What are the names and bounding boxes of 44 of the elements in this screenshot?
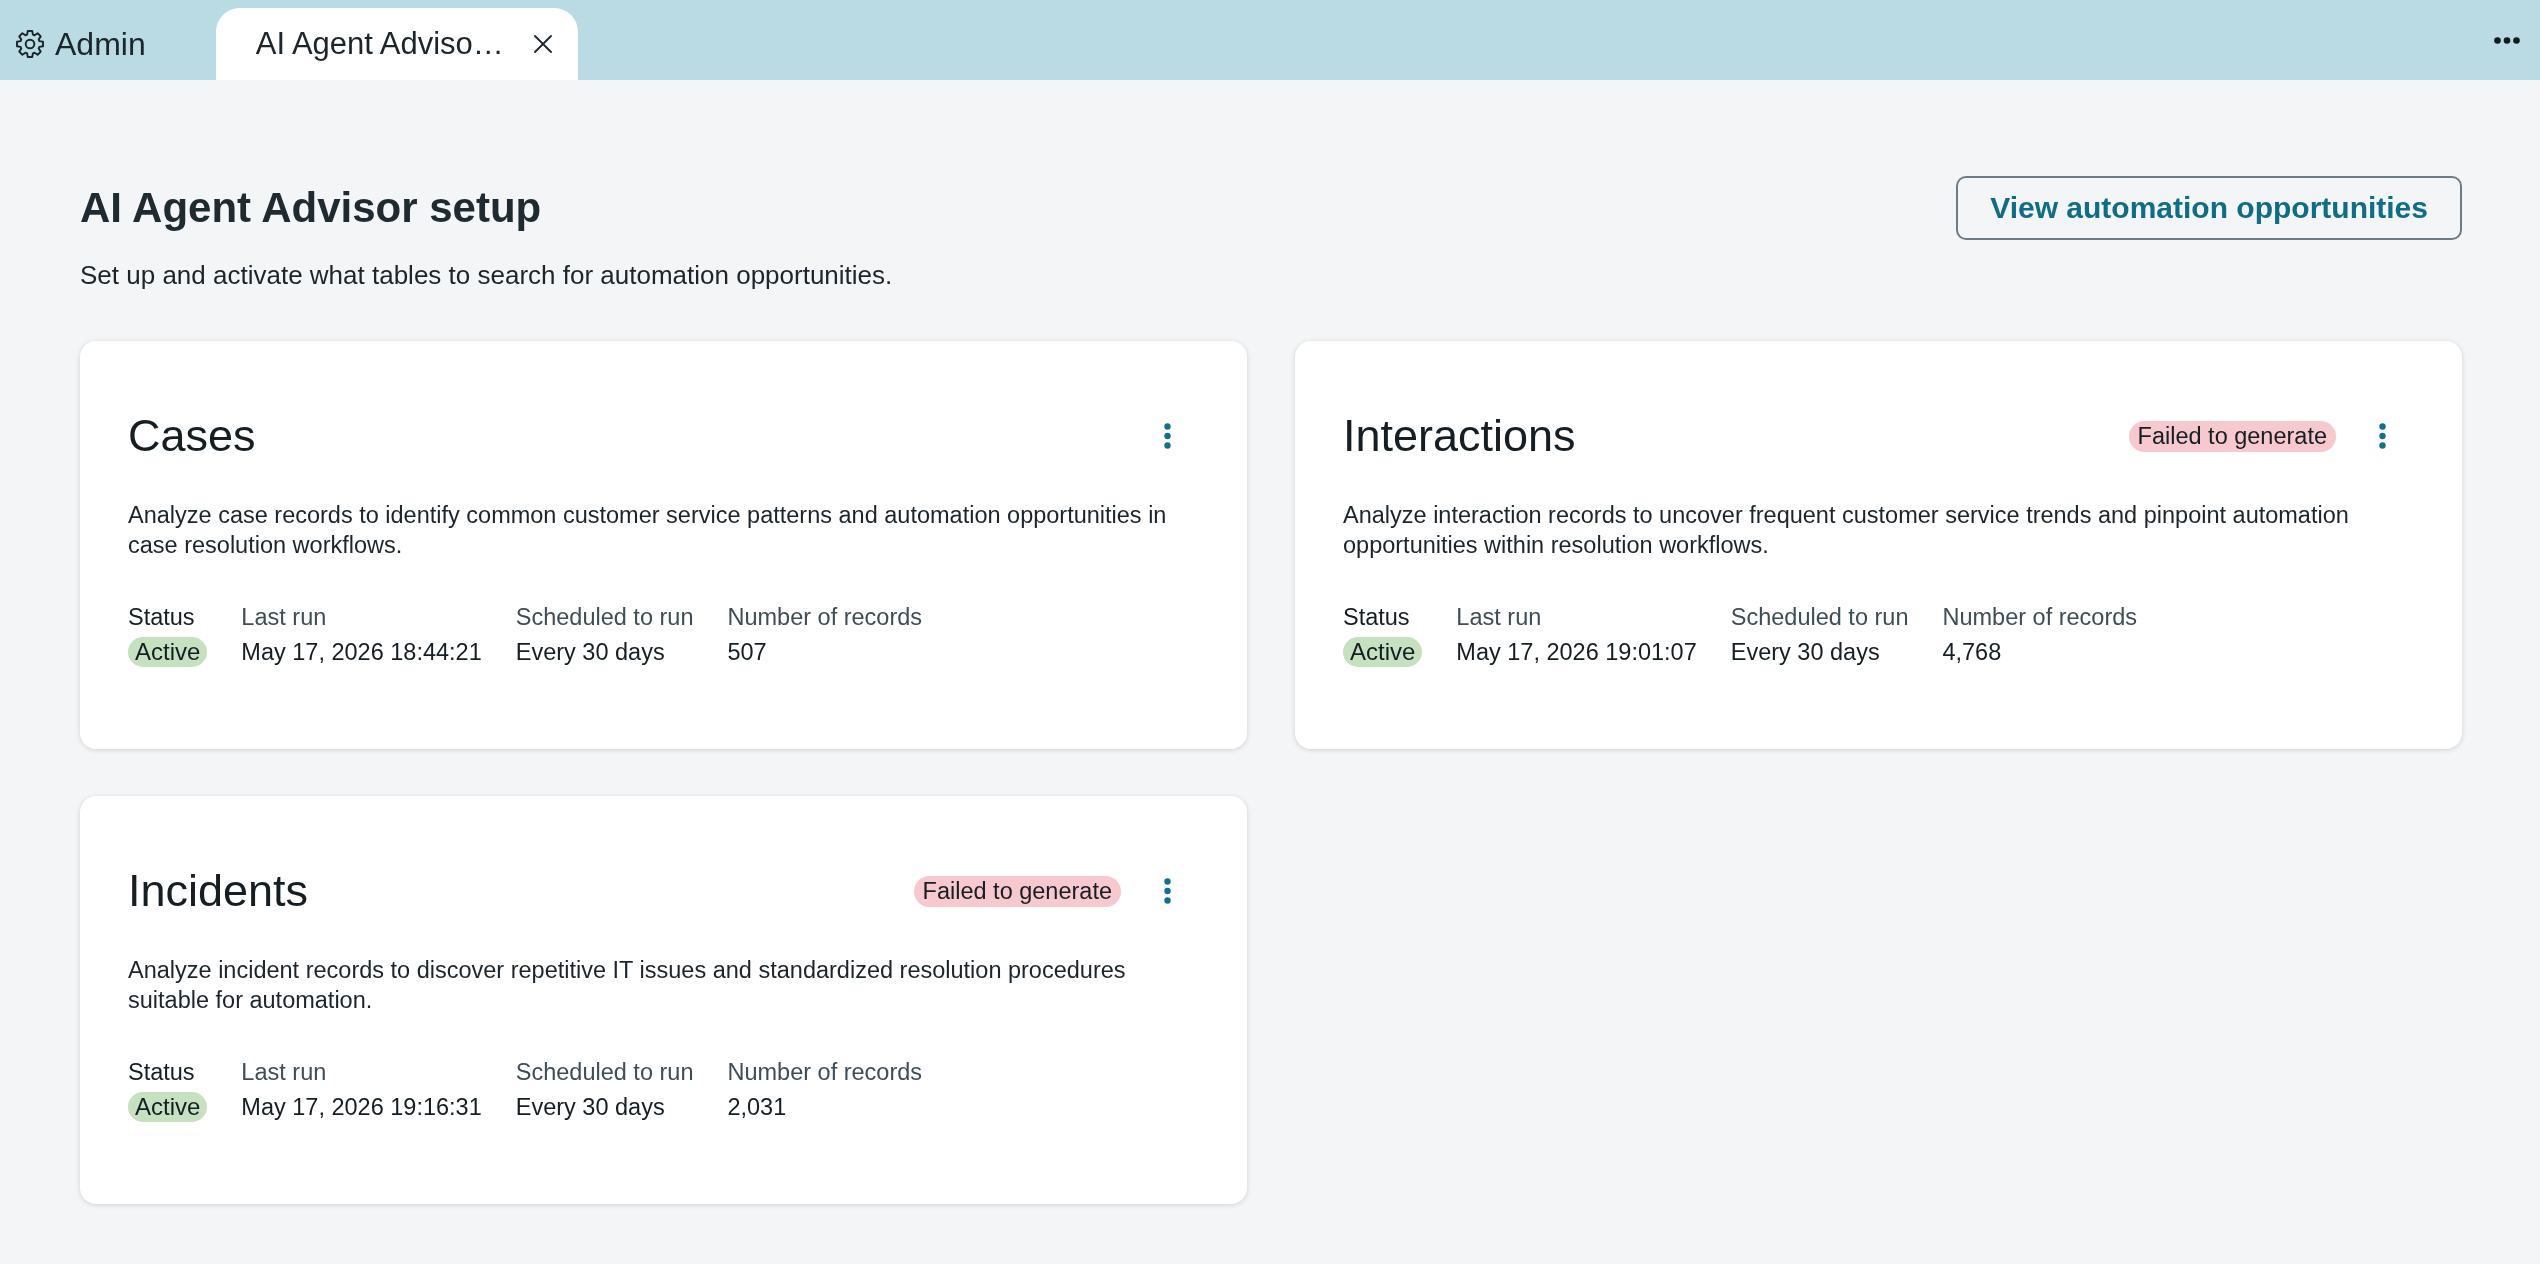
page-subtitle: Set up and activate what tables to search for automation opportunities. [80, 260, 894, 290]
stat-value: 507 [727, 638, 768, 667]
stat-label: Number of records [727, 603, 923, 632]
status-badge: Failed to generate [913, 875, 1121, 907]
kebab-icon [1163, 423, 1171, 449]
tab[interactable]: AI Agent Adviso… [215, 8, 578, 80]
status-badge: Active [1343, 637, 1423, 667]
status-badge: Active [128, 1092, 208, 1122]
stat-label: Scheduled to run [515, 603, 694, 632]
stat-label: Status [128, 1058, 196, 1087]
stat-label: Last run [1456, 603, 1543, 632]
card-description: Analyze interaction records to uncover frequent customer service trends and pinpoint automation opportunities within resolution workflows. [1343, 501, 2350, 560]
card-title: Interactions [1343, 410, 1576, 462]
stat-value: 4,768 [1942, 638, 2003, 667]
stat-value: Every 30 days [515, 638, 666, 667]
card-description: Analyze incident records to discover repetitive IT issues and standardized resolution procedures suitable for automation. [128, 956, 1127, 1015]
settings-icon [15, 29, 45, 59]
stat-value: Every 30 days [515, 1093, 666, 1122]
kebab-icon [2378, 423, 2386, 449]
stat-value: Every 30 days [1730, 638, 1881, 667]
stat-value: May 17, 2026 19:16:31 [241, 1093, 482, 1122]
card-title: Cases [128, 410, 256, 462]
stat-value: 2,031 [727, 1093, 788, 1122]
stat-value: May 17, 2026 19:01:07 [1456, 638, 1697, 667]
stat-label: Number of records [1942, 603, 2138, 632]
more-icon [2494, 36, 2520, 44]
more-button[interactable] [2494, 36, 2520, 44]
stat-label: Last run [241, 1058, 328, 1087]
stat-label: Status [128, 603, 196, 632]
stat-label: Scheduled to run [515, 1058, 694, 1087]
stat-label: Status [1343, 603, 1411, 632]
stat-value: May 17, 2026 18:44:21 [241, 638, 482, 667]
card-description: Analyze case records to identify common customer service patterns and automation opportunities in case resolution workflows. [128, 501, 1168, 560]
tab[interactable]: Admin [0, 8, 176, 80]
view-opportunities-button[interactable]: View automation opportunities [1956, 176, 2462, 240]
stat-label: Last run [241, 603, 328, 632]
status-badge: Failed to generate [2128, 420, 2336, 452]
stat-label: Scheduled to run [1730, 603, 1909, 632]
kebab-icon [1163, 878, 1171, 904]
status-badge: Active [128, 637, 208, 667]
stat-label: Number of records [727, 1058, 923, 1087]
page-title: AI Agent Advisor setup [80, 183, 542, 233]
card-title: Incidents [128, 865, 309, 917]
close-icon [533, 35, 552, 53]
